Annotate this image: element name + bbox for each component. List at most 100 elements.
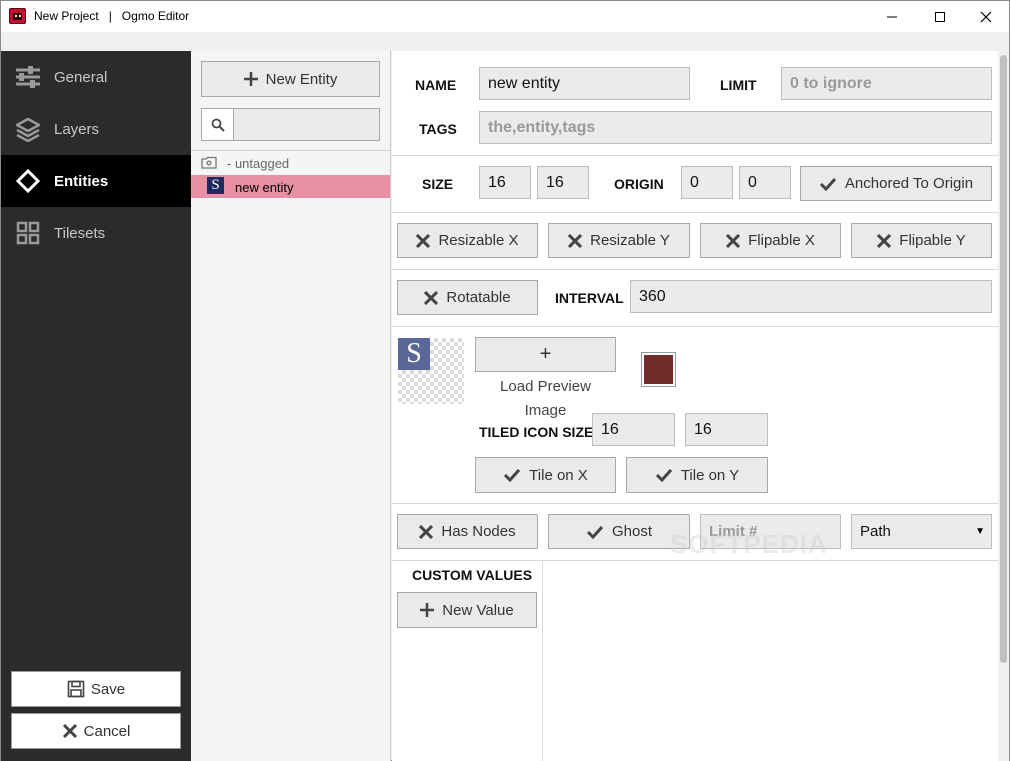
- cancel-label: Cancel: [83, 722, 131, 740]
- anchored-label: Anchored To Origin: [844, 175, 974, 192]
- divider: [542, 561, 543, 761]
- resizable-x-toggle[interactable]: Resizable X: [397, 223, 538, 258]
- flipable-x-label: Flipable X: [748, 232, 815, 249]
- check-icon: [586, 525, 604, 539]
- close-icon: [980, 11, 992, 22]
- cancel-button[interactable]: Cancel: [11, 713, 181, 749]
- entity-preview-badge: S: [398, 338, 430, 370]
- interval-label: INTERVAL: [555, 290, 624, 306]
- size-y-input[interactable]: 16: [537, 166, 589, 199]
- limit-label: LIMIT: [720, 77, 757, 93]
- watermark: SOFTPEDIA: [670, 529, 828, 559]
- ghost-label: Ghost: [611, 523, 653, 540]
- size-label: SIZE: [422, 176, 454, 192]
- save-button[interactable]: Save: [11, 671, 181, 707]
- resizable-x-label: Resizable X: [438, 232, 519, 249]
- sidebar-item-entities[interactable]: Entities: [1, 155, 191, 207]
- has-nodes-toggle[interactable]: Has Nodes: [397, 514, 538, 549]
- divider: [392, 326, 998, 327]
- layers-icon: [15, 116, 41, 142]
- scrollbar[interactable]: [998, 51, 1009, 761]
- ghost-toggle[interactable]: Ghost: [548, 514, 690, 549]
- plus-icon: [420, 603, 435, 617]
- close-window-button[interactable]: [963, 1, 1009, 32]
- entity-color-picker[interactable]: [641, 352, 676, 387]
- sidebar-item-label: Tilesets: [54, 224, 106, 242]
- x-icon: [568, 233, 583, 248]
- plus-icon: +: [539, 343, 552, 365]
- anchored-to-origin-toggle[interactable]: Anchored To Origin: [800, 166, 992, 201]
- name-input[interactable]: new entity: [479, 67, 690, 100]
- tag-group-untagged[interactable]: - untagged: [191, 152, 390, 174]
- color-swatch-fill: [644, 355, 673, 384]
- minimize-button[interactable]: [869, 1, 915, 32]
- custom-values-label: CUSTOM VALUES: [412, 567, 533, 583]
- sidebar-item-label: General: [54, 68, 108, 86]
- divider: [392, 269, 998, 270]
- scrollbar-thumb[interactable]: [1000, 55, 1007, 663]
- sidebar-item-general[interactable]: General: [1, 51, 191, 103]
- new-entity-button[interactable]: New Entity: [201, 61, 380, 97]
- new-value-button[interactable]: New Value: [397, 592, 537, 628]
- title-bar: New Project | Ogmo Editor: [1, 1, 1009, 32]
- entity-list-item[interactable]: S new entity: [191, 175, 390, 198]
- divider: [191, 150, 390, 151]
- sidebar-item-label: Entities: [54, 172, 109, 190]
- flipable-x-toggle[interactable]: Flipable X: [700, 223, 841, 258]
- plus-icon: [243, 72, 258, 86]
- check-icon: [655, 468, 672, 482]
- tags-input[interactable]: the,entity,tags: [479, 111, 992, 144]
- load-preview-button[interactable]: +: [475, 337, 616, 372]
- new-entity-label: New Entity: [265, 70, 338, 88]
- entity-name: new entity: [235, 180, 294, 195]
- node-display-value: Path: [860, 523, 891, 540]
- has-nodes-label: Has Nodes: [441, 523, 516, 540]
- grid-icon: [15, 220, 41, 246]
- size-x-input[interactable]: 16: [479, 166, 531, 199]
- maximize-icon: [935, 11, 945, 22]
- resizable-y-toggle[interactable]: Resizable Y: [548, 223, 690, 258]
- sidebar-item-tilesets[interactable]: Tilesets: [1, 207, 191, 259]
- entity-search-input[interactable]: [201, 108, 380, 141]
- divider: [392, 212, 998, 213]
- node-display-select[interactable]: Path ▼: [851, 514, 992, 549]
- resizable-y-label: Resizable Y: [590, 232, 670, 249]
- x-icon: [726, 233, 741, 248]
- rotatable-label: Rotatable: [446, 289, 511, 306]
- check-icon: [504, 468, 521, 482]
- divider: [392, 503, 998, 504]
- tiled-size-y-input[interactable]: 16: [685, 413, 768, 446]
- sliders-icon: [15, 64, 41, 90]
- search-icon: [202, 109, 234, 140]
- flipable-y-label: Flipable Y: [899, 232, 966, 249]
- origin-x-input[interactable]: 0: [681, 166, 733, 199]
- name-label: NAME: [415, 77, 457, 93]
- sidebar: General Layers Entities Tilesets Save Ca…: [1, 51, 191, 761]
- sidebar-item-layers[interactable]: Layers: [1, 103, 191, 155]
- x-icon: [424, 290, 439, 305]
- load-preview-label: Load Preview: [500, 378, 591, 395]
- save-label: Save: [90, 680, 126, 698]
- limit-input[interactable]: 0 to ignore: [781, 67, 992, 100]
- interval-input[interactable]: 360: [630, 280, 992, 313]
- new-value-label: New Value: [442, 601, 514, 619]
- folder-tag-icon: [201, 156, 217, 169]
- minimize-icon: [887, 16, 897, 17]
- entity-badge-icon: S: [207, 177, 224, 194]
- tiled-size-x-input[interactable]: 16: [592, 413, 675, 446]
- divider: [392, 560, 998, 561]
- ogmo-app-icon: [9, 8, 26, 24]
- tags-label: TAGS: [419, 121, 457, 137]
- app-window: New Project | Ogmo Editor General Layers: [0, 0, 1010, 761]
- rotatable-toggle[interactable]: Rotatable: [397, 280, 538, 315]
- maximize-button[interactable]: [917, 1, 963, 32]
- flipable-y-toggle[interactable]: Flipable Y: [851, 223, 992, 258]
- diamond-icon: [15, 168, 41, 194]
- origin-y-input[interactable]: 0: [739, 166, 791, 199]
- tile-on-y-toggle[interactable]: Tile on Y: [626, 457, 768, 493]
- divider: [392, 155, 998, 156]
- tile-on-x-toggle[interactable]: Tile on X: [475, 457, 616, 493]
- tile-on-y-label: Tile on Y: [680, 466, 740, 484]
- x-icon: [62, 723, 77, 739]
- entity-list-panel: New Entity - untagged S new entity: [191, 51, 391, 761]
